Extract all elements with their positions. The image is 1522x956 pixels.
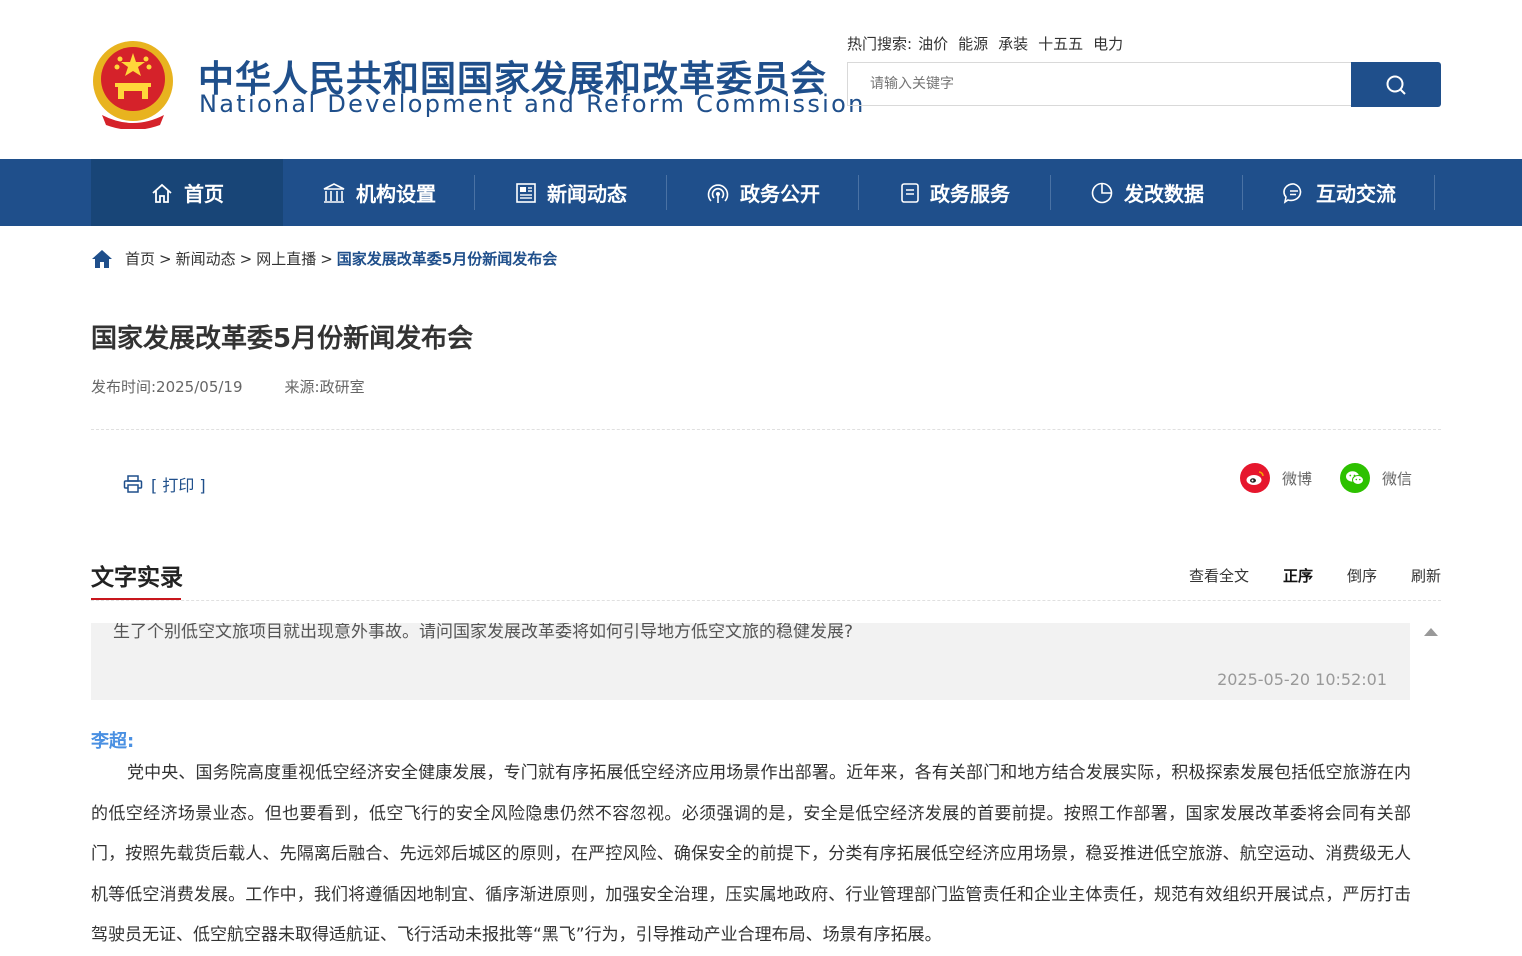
- pie-chart-icon: [1091, 182, 1113, 203]
- breadcrumb-link-live[interactable]: 网上直播: [256, 248, 316, 269]
- nav-item-gov-affairs[interactable]: 政务公开: [667, 159, 859, 226]
- nav-item-data[interactable]: 发改数据: [1051, 159, 1243, 226]
- hot-keyword-link[interactable]: 承装: [998, 35, 1028, 53]
- hot-search-label: 热门搜索:: [847, 35, 913, 53]
- nav-item-services[interactable]: 政务服务: [859, 159, 1051, 226]
- weibo-label: 微博: [1282, 469, 1313, 488]
- publish-time: 发布时间:2025/05/19: [91, 378, 243, 396]
- main-nav: 首页 机构设置 新闻动态 政务公开 政务服务 发改数据 互动交流: [0, 159, 1522, 226]
- answer-text: 党中央、国务院高度重视低空经济安全健康发展，专门就有序拓展低空经济应用场景作出部…: [91, 763, 1411, 945]
- print-button[interactable]: [ 打印 ]: [123, 472, 206, 496]
- wechat-icon: [1340, 463, 1370, 493]
- nav-item-label: 机构设置: [356, 182, 436, 206]
- nav-item-label: 新闻动态: [547, 182, 627, 206]
- sort-descending-button[interactable]: 倒序: [1347, 565, 1377, 586]
- wechat-label: 微信: [1382, 469, 1413, 488]
- scroll-up-arrow-icon[interactable]: [1424, 628, 1438, 636]
- article-meta: 发布时间:2025/05/19 来源:政研室: [91, 376, 365, 397]
- question-timestamp: 2025-05-20 10:52:01: [1217, 670, 1387, 689]
- nav-item-label: 发改数据: [1124, 182, 1204, 206]
- print-label: [ 打印 ]: [151, 476, 206, 495]
- site-title-english: National Development and Reform Commissi…: [199, 90, 866, 118]
- chat-icon: [1283, 182, 1302, 204]
- broadcast-icon: [707, 183, 729, 203]
- breadcrumb-current[interactable]: 国家发展改革委5月份新闻发布会: [337, 248, 557, 269]
- hot-keyword-link[interactable]: 能源: [958, 35, 988, 53]
- breadcrumb-separator: >: [239, 249, 253, 268]
- nav-item-news[interactable]: 新闻动态: [475, 159, 667, 226]
- nav-item-label: 互动交流: [1316, 182, 1396, 206]
- transcript-tools: 查看全文 正序 倒序 刷新: [1155, 565, 1441, 586]
- hot-keyword-link[interactable]: 油价: [918, 35, 948, 53]
- home-icon[interactable]: [91, 249, 113, 269]
- breadcrumb-separator: >: [320, 249, 333, 268]
- share-weibo-button[interactable]: 微博: [1240, 463, 1312, 493]
- news-icon: [516, 182, 536, 203]
- nav-item-label: 政务服务: [930, 182, 1010, 206]
- nav-item-home[interactable]: 首页: [91, 159, 283, 226]
- sort-ascending-button[interactable]: 正序: [1283, 565, 1313, 586]
- view-full-text-button[interactable]: 查看全文: [1189, 565, 1249, 586]
- page-title: 国家发展改革委5月份新闻发布会: [91, 324, 474, 354]
- share-wechat-button[interactable]: 微信: [1340, 463, 1412, 493]
- refresh-button[interactable]: 刷新: [1411, 565, 1441, 586]
- printer-icon: [123, 475, 143, 493]
- section-title: 文字实录: [91, 565, 183, 591]
- section-title-underline: [91, 598, 181, 600]
- question-text: 生了个别低空文旅项目就出现意外事故。请问国家发展改革委将如何引导地方低空文旅的稳…: [113, 623, 854, 642]
- hot-search: 热门搜索: 油价 能源 承装 十五五 电力: [847, 33, 1127, 54]
- nav-item-organization[interactable]: 机构设置: [283, 159, 475, 226]
- home-icon: [152, 183, 172, 203]
- search-input[interactable]: [848, 63, 1351, 105]
- divider: [91, 600, 1441, 601]
- speaker-name: 李超:: [91, 731, 135, 752]
- nav-item-interaction[interactable]: 互动交流: [1243, 159, 1435, 226]
- breadcrumb: 首页 > 新闻动态 > 网上直播 > 国家发展改革委5月份新闻发布会: [91, 248, 557, 269]
- breadcrumb-link-home[interactable]: 首页: [125, 248, 155, 269]
- national-emblem-logo[interactable]: [90, 37, 176, 130]
- hot-keyword-link[interactable]: 电力: [1093, 35, 1123, 53]
- search-button[interactable]: [1351, 62, 1441, 107]
- nav-item-label: 首页: [184, 182, 224, 206]
- weibo-icon: [1240, 463, 1270, 493]
- site-header: 中华人民共和国国家发展和改革委员会 National Development a…: [0, 0, 1522, 159]
- breadcrumb-separator: >: [159, 249, 172, 268]
- transcript-header: 文字实录 查看全文 正序 倒序 刷新: [91, 558, 1441, 601]
- document-icon: [901, 182, 919, 203]
- search-icon: [1386, 75, 1406, 95]
- nav-item-label: 政务公开: [740, 182, 820, 206]
- hot-keyword-link[interactable]: 十五五: [1038, 35, 1083, 53]
- question-box: 生了个别低空文旅项目就出现意外事故。请问国家发展改革委将如何引导地方低空文旅的稳…: [91, 623, 1410, 700]
- breadcrumb-link-news[interactable]: 新闻动态: [176, 248, 236, 269]
- article-source: 来源:政研室: [284, 378, 365, 396]
- divider: [91, 429, 1441, 430]
- search-field-wrapper: [847, 62, 1351, 106]
- building-icon: [323, 182, 345, 203]
